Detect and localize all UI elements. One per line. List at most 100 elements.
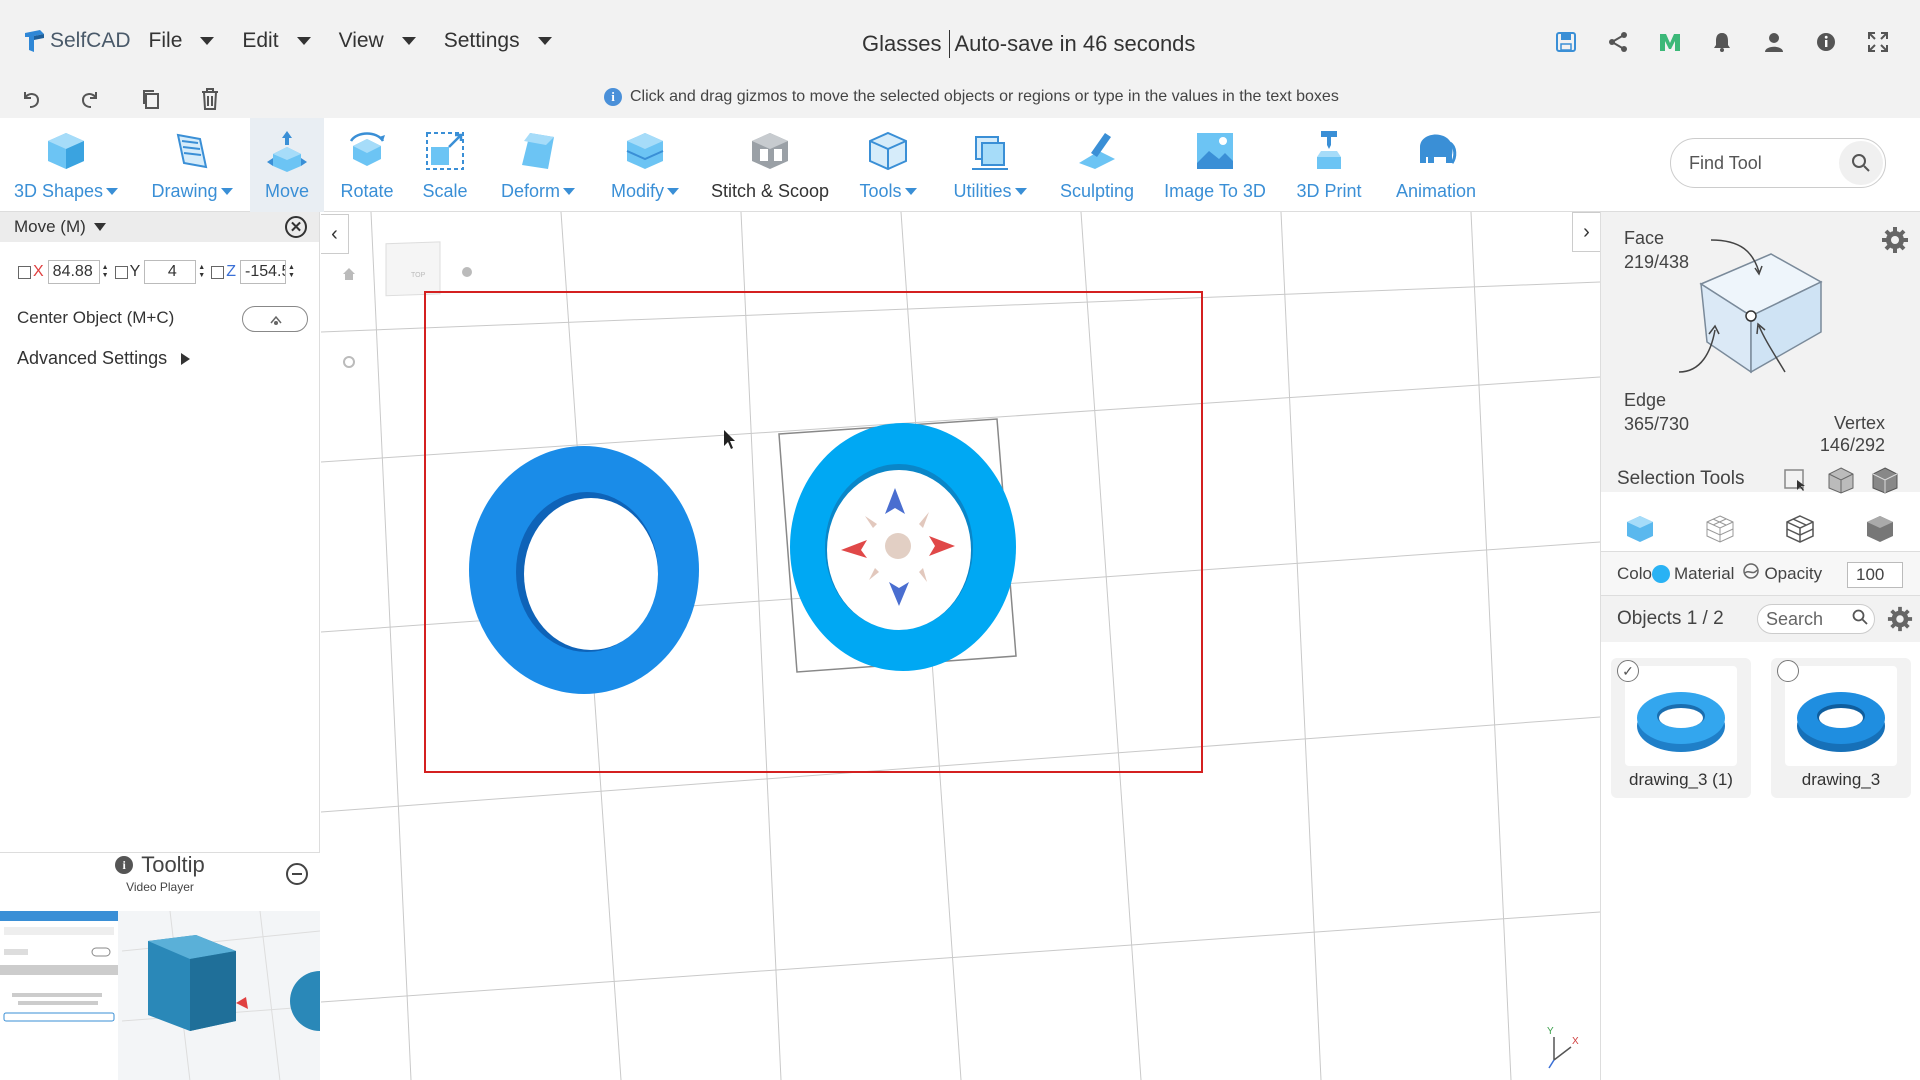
redo-icon[interactable] (77, 86, 103, 112)
sculpting-icon (1079, 133, 1115, 169)
tooltip-video-player[interactable] (0, 911, 320, 1080)
info-icon[interactable] (1814, 30, 1838, 54)
tool-image-to-3d[interactable]: Image To 3D (1156, 118, 1274, 212)
3d-viewport[interactable]: TOP Y X ‹ › (321, 212, 1600, 1080)
chevron-down-icon (296, 37, 311, 45)
tools-icon (869, 131, 907, 171)
tool-label: Modify (610, 181, 664, 201)
selfcad-logo-icon (25, 30, 44, 52)
info-icon: i (604, 88, 622, 106)
search-icon[interactable] (1852, 609, 1868, 630)
z-stepper[interactable]: ▲ ▼ (288, 264, 295, 280)
share-icon[interactable] (1606, 30, 1630, 54)
chevron-down-icon (200, 37, 215, 45)
object-mode-icon[interactable] (1625, 514, 1655, 549)
tool-animation[interactable]: Animation (1384, 118, 1488, 212)
tool-3d-print[interactable]: 3D Print (1288, 118, 1370, 212)
x-axis-label: X (33, 263, 44, 280)
minimize-icon[interactable] (286, 863, 308, 885)
box-select-icon[interactable] (1783, 468, 1807, 497)
x-stepper[interactable]: ▲ ▼ (102, 264, 109, 280)
view-cube[interactable]: TOP (385, 241, 441, 297)
selfcad-logo[interactable]: SelfCAD (22, 28, 131, 54)
tool-label: Tools (859, 181, 902, 201)
vertex-selector-label[interactable]: Vertex 146/292 (1801, 412, 1885, 456)
center-object-toggle[interactable] (242, 306, 308, 332)
object-thumbnail (1625, 666, 1737, 766)
tool-stitch-scoop[interactable]: Stitch & Scoop (704, 118, 836, 212)
menu-file[interactable]: File (149, 29, 229, 53)
home-icon[interactable] (343, 268, 355, 280)
edge-selector-label[interactable]: Edge 365/730 (1624, 388, 1689, 436)
close-icon[interactable]: ✕ (285, 216, 307, 238)
chevron-down-icon (904, 188, 917, 195)
mesh-mode-icon[interactable] (1705, 514, 1735, 549)
vertex-count: 146/292 (1819, 435, 1885, 455)
hint-text: Click and drag gizmos to move the select… (630, 88, 1339, 105)
axis-indicator: Y X (1547, 1026, 1579, 1069)
collapse-left-panel-button[interactable]: ‹ (321, 214, 349, 254)
z-checkbox[interactable] (211, 265, 225, 279)
x-input[interactable]: 84.88 (47, 260, 100, 284)
x-checkbox[interactable] (18, 265, 31, 279)
menu-edit-label: Edit (242, 29, 279, 52)
tooltip-panel: i Tooltip Video Player (0, 852, 320, 1080)
solid-mode-icon[interactable] (1865, 514, 1895, 549)
z-input[interactable]: -154.5 (240, 260, 286, 284)
printer-icon (1317, 131, 1341, 169)
search-icon[interactable] (1839, 141, 1883, 185)
find-tool-search[interactable]: Find Tool (1670, 138, 1886, 188)
object-checkbox-checked[interactable]: ✓ (1617, 660, 1639, 682)
m-logo-icon[interactable] (1658, 30, 1682, 54)
quick-actions-bar: i Click and drag gizmos to move the sele… (0, 82, 1920, 118)
object-card[interactable]: ✓ drawing_3 (1) (1611, 658, 1751, 798)
material-label[interactable]: Material (1674, 564, 1734, 584)
save-icon[interactable] (1554, 30, 1578, 54)
tool-scale[interactable]: Scale (412, 118, 478, 212)
tool-label: Deform (500, 181, 560, 201)
tool-drawing[interactable]: Drawing (134, 118, 250, 212)
selection-cube-diagram[interactable] (1661, 222, 1861, 392)
tool-tools[interactable]: Tools (850, 118, 926, 212)
advanced-settings-toggle[interactable]: Advanced Settings (17, 348, 191, 369)
bell-icon[interactable] (1710, 30, 1734, 54)
object-search-input[interactable]: Search (1757, 604, 1875, 634)
menu-settings[interactable]: Settings (444, 29, 566, 53)
glasses-ring-left[interactable] (469, 446, 699, 694)
color-swatch[interactable] (1651, 564, 1670, 583)
gear-icon[interactable] (1881, 226, 1909, 259)
tool-modify[interactable]: Modify (600, 118, 690, 212)
fullscreen-icon[interactable] (1866, 30, 1890, 54)
project-name[interactable]: Glasses (862, 31, 941, 57)
object-checkbox[interactable] (1777, 660, 1799, 682)
user-icon[interactable] (1762, 30, 1786, 54)
tool-move[interactable]: Move (250, 118, 324, 212)
delete-icon[interactable] (197, 86, 223, 112)
chevron-down-icon (220, 188, 233, 195)
move-panel-header[interactable]: Move (M) ✕ (0, 212, 319, 242)
opacity-input[interactable]: 100 (1847, 562, 1903, 588)
scene-canvas[interactable]: TOP Y X (321, 212, 1600, 1080)
select-box-cube-icon[interactable] (1827, 466, 1855, 499)
undo-icon[interactable] (18, 86, 44, 112)
y-input[interactable]: 4 (144, 260, 197, 284)
gear-icon[interactable] (1887, 606, 1913, 638)
menu-edit[interactable]: Edit (242, 29, 324, 53)
center-object-label: Center Object (M+C) (17, 308, 175, 327)
object-card[interactable]: drawing_3 (1771, 658, 1911, 798)
menu-view[interactable]: View (339, 29, 430, 53)
chevron-left-icon: ‹ (331, 222, 338, 245)
tool-3d-shapes[interactable]: 3D Shapes (8, 118, 124, 212)
tool-rotate[interactable]: Rotate (332, 118, 402, 212)
grid-mode-icon[interactable] (1785, 514, 1815, 549)
y-checkbox[interactable] (114, 265, 128, 279)
tool-sculpting[interactable]: Sculpting (1054, 118, 1140, 212)
copy-icon[interactable] (138, 86, 164, 112)
tool-deform[interactable]: Deform (490, 118, 586, 212)
locate-icon[interactable] (343, 356, 355, 368)
select-all-cube-icon[interactable] (1871, 466, 1899, 499)
sun-icon[interactable] (462, 267, 472, 277)
tool-utilities[interactable]: Utilities (942, 118, 1038, 212)
collapse-right-panel-button[interactable]: › (1572, 212, 1600, 252)
y-stepper[interactable]: ▲ ▼ (198, 264, 205, 280)
